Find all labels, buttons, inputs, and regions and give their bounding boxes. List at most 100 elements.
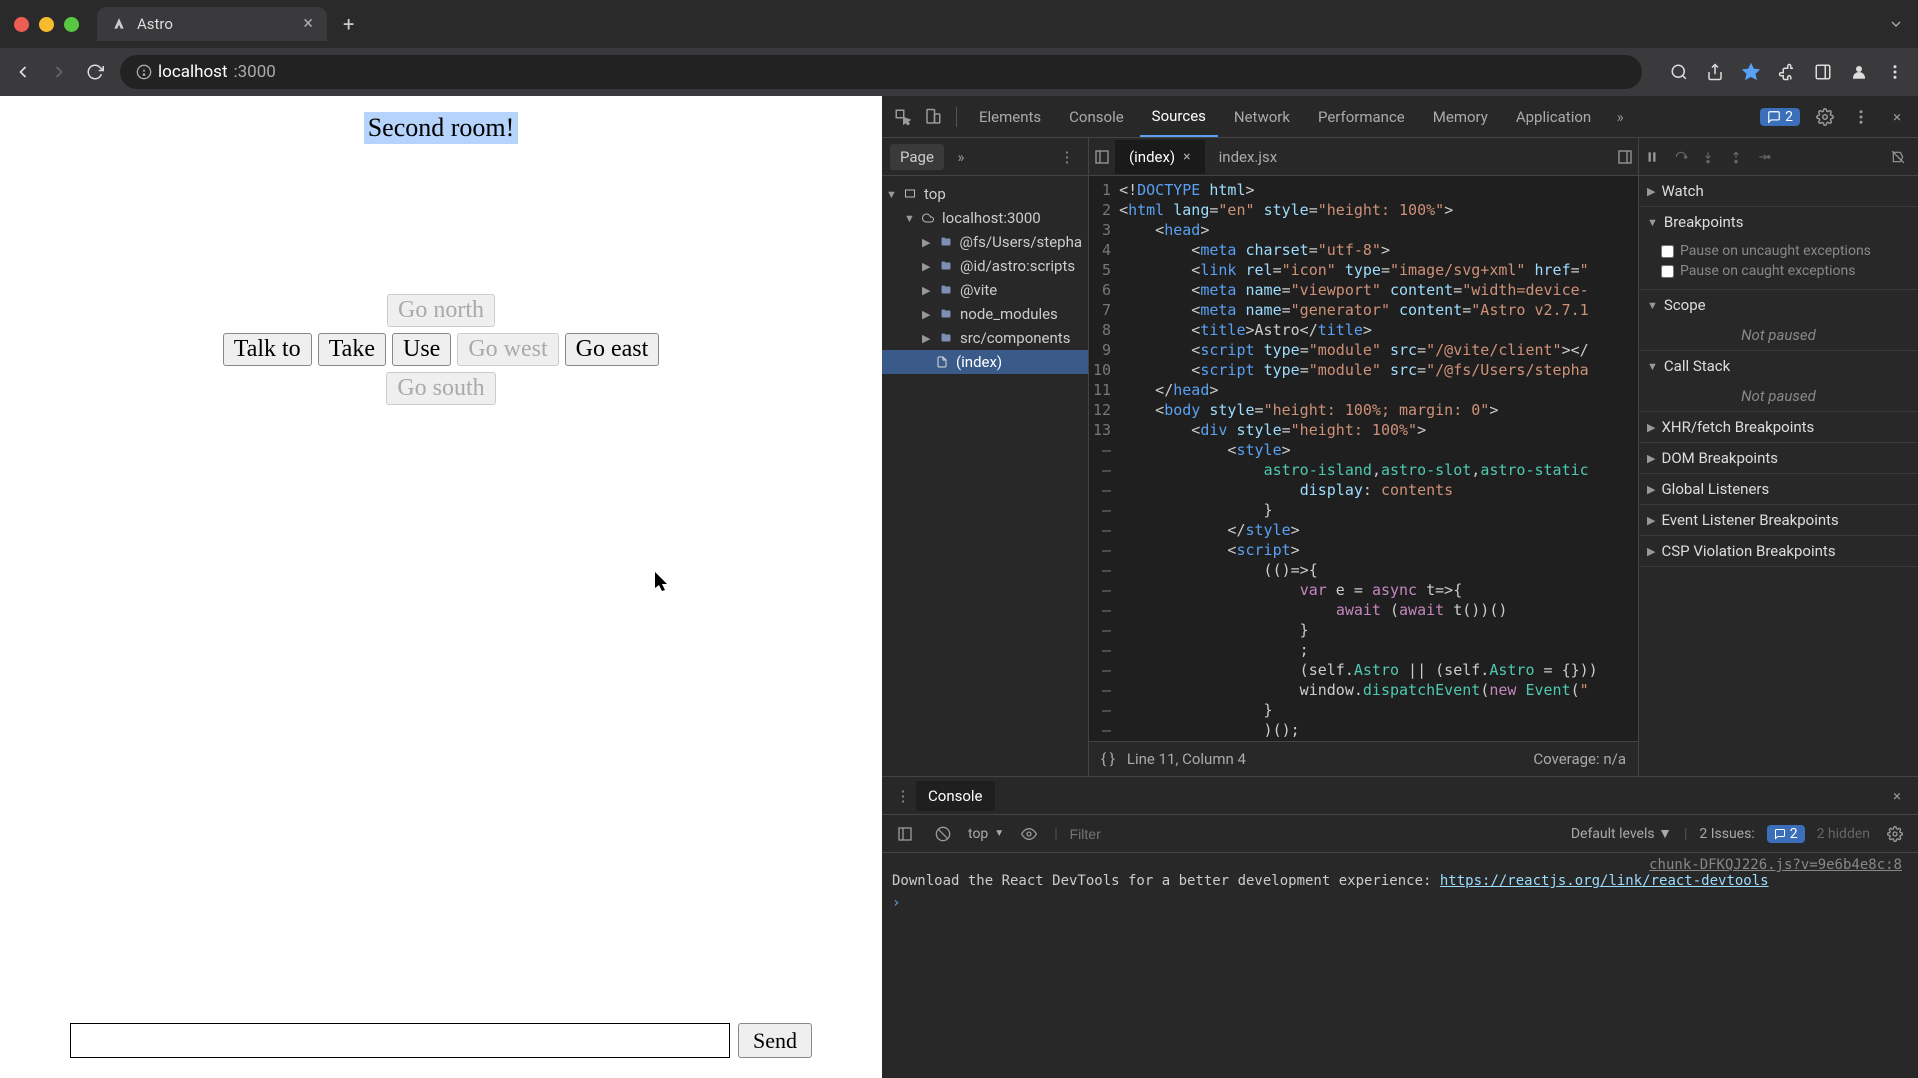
navigator-more-icon[interactable]: » <box>948 144 974 170</box>
code-editor[interactable]: 12345678910111213–––––––––––––––––– <!DO… <box>1089 176 1638 741</box>
new-tab-button[interactable]: + <box>343 12 354 36</box>
tree-folder[interactable]: ▶src/components <box>882 326 1088 350</box>
pretty-print-icon[interactable]: { } <box>1101 750 1115 768</box>
cursor-position: Line 11, Column 4 <box>1127 750 1246 768</box>
zoom-icon[interactable] <box>1668 61 1690 83</box>
console-settings-icon[interactable] <box>1882 821 1908 847</box>
bookmark-icon[interactable] <box>1740 61 1762 83</box>
console-filter-input[interactable] <box>1070 826 1559 842</box>
tab-overflow-icon[interactable] <box>1888 16 1904 32</box>
pause-icon[interactable] <box>1645 150 1667 164</box>
menu-icon[interactable] <box>1884 61 1906 83</box>
panel-global[interactable]: ▶Global Listeners <box>1639 474 1918 504</box>
use-button[interactable]: Use <box>392 333 451 366</box>
tree-folder[interactable]: ▶node_modules <box>882 302 1088 326</box>
deactivate-breakpoints-icon[interactable] <box>1890 150 1912 164</box>
tab-application[interactable]: Application <box>1504 98 1603 136</box>
inspect-icon[interactable] <box>890 104 916 130</box>
tab-sources[interactable]: Sources <box>1140 97 1218 137</box>
panel-dom[interactable]: ▶DOM Breakpoints <box>1639 443 1918 473</box>
go-south-button[interactable]: Go south <box>386 372 495 405</box>
file-tab-index[interactable]: (index)× <box>1115 140 1205 174</box>
console-menu-icon[interactable]: ⋮ <box>890 783 916 809</box>
console-sidebar-icon[interactable] <box>892 821 918 847</box>
cb-pause-caught[interactable]: Pause on caught exceptions <box>1661 261 1910 281</box>
devtools-menu-icon[interactable] <box>1848 104 1874 130</box>
minimize-window-icon[interactable] <box>39 17 54 32</box>
toggle-debugger-icon[interactable] <box>1612 144 1638 170</box>
tab-elements[interactable]: Elements <box>967 98 1053 136</box>
clear-console-icon[interactable] <box>930 821 956 847</box>
device-toggle-icon[interactable] <box>920 104 946 130</box>
go-east-button[interactable]: Go east <box>565 333 660 366</box>
reload-button[interactable] <box>84 61 106 83</box>
send-button[interactable]: Send <box>738 1023 812 1058</box>
file-tab-indexjsx[interactable]: index.jsx <box>1205 140 1292 174</box>
go-north-button[interactable]: Go north <box>387 294 495 327</box>
panel-event[interactable]: ▶Event Listener Breakpoints <box>1639 505 1918 535</box>
tab-performance[interactable]: Performance <box>1306 98 1417 136</box>
talk-to-button[interactable]: Talk to <box>223 333 312 366</box>
context-selector[interactable]: top ▼ <box>968 826 1004 842</box>
issues-badge[interactable]: 2 <box>1760 108 1800 126</box>
tree-host[interactable]: ▼localhost:3000 <box>882 206 1088 230</box>
step-over-icon[interactable] <box>1673 150 1695 164</box>
game-controls: Go north Talk to Take Use Go west Go eas… <box>223 294 660 405</box>
tree-file-index[interactable]: (index) <box>882 350 1088 374</box>
console-close-icon[interactable]: × <box>1884 783 1910 809</box>
devtools-link[interactable]: https://reactjs.org/link/react-devtools <box>1440 873 1769 889</box>
step-out-icon[interactable] <box>1729 150 1751 164</box>
panel-breakpoints[interactable]: ▼Breakpoints <box>1639 207 1918 237</box>
panel-watch[interactable]: ▶Watch <box>1639 176 1918 206</box>
share-icon[interactable] <box>1704 61 1726 83</box>
step-into-icon[interactable] <box>1701 150 1723 164</box>
panel-csp[interactable]: ▶CSP Violation Breakpoints <box>1639 536 1918 566</box>
settings-icon[interactable] <box>1812 104 1838 130</box>
url-host: localhost <box>158 62 228 82</box>
navigator-menu-icon[interactable]: ⋮ <box>1054 144 1080 170</box>
back-button[interactable] <box>12 61 34 83</box>
panel-scope[interactable]: ▼Scope <box>1639 290 1918 320</box>
room-title: Second room! <box>364 112 519 144</box>
close-file-icon[interactable]: × <box>1183 149 1190 165</box>
tab-console[interactable]: Console <box>1057 98 1136 136</box>
console-output[interactable]: chunk-DFKQJ226.js?v=9e6b4e8c:8 Download … <box>882 853 1918 1078</box>
site-info-icon[interactable] <box>136 64 152 80</box>
close-window-icon[interactable] <box>14 17 29 32</box>
hidden-count: 2 hidden <box>1817 826 1870 842</box>
panel-callstack[interactable]: ▼Call Stack <box>1639 351 1918 381</box>
panel-xhr[interactable]: ▶XHR/fetch Breakpoints <box>1639 412 1918 442</box>
forward-button[interactable] <box>48 61 70 83</box>
step-icon[interactable] <box>1757 150 1779 164</box>
address-bar[interactable]: localhost :3000 <box>120 55 1642 89</box>
tab-network[interactable]: Network <box>1222 98 1302 136</box>
tree-folder[interactable]: ▶@fs/Users/stepha <box>882 230 1088 254</box>
tab-memory[interactable]: Memory <box>1421 98 1500 136</box>
file-tree[interactable]: ▼top ▼localhost:3000 ▶@fs/Users/stepha ▶… <box>882 176 1088 380</box>
toggle-navigator-icon[interactable] <box>1089 144 1115 170</box>
console-issues-badge[interactable]: 2 <box>1767 825 1805 843</box>
maximize-window-icon[interactable] <box>64 17 79 32</box>
tree-folder[interactable]: ▶@id/astro:scripts <box>882 254 1088 278</box>
console-tab[interactable]: Console <box>916 781 995 811</box>
console-prompt[interactable]: › <box>892 889 1908 911</box>
devtools-close-icon[interactable]: × <box>1884 104 1910 130</box>
tree-top[interactable]: ▼top <box>882 182 1088 206</box>
browser-tab[interactable]: Astro × <box>97 7 327 41</box>
side-panel-icon[interactable] <box>1812 61 1834 83</box>
tree-folder[interactable]: ▶@vite <box>882 278 1088 302</box>
url-port: :3000 <box>234 62 276 82</box>
extensions-icon[interactable] <box>1776 61 1798 83</box>
message-source[interactable]: chunk-DFKQJ226.js?v=9e6b4e8c:8 <box>892 857 1908 873</box>
take-button[interactable]: Take <box>318 333 386 366</box>
more-tabs-icon[interactable]: » <box>1607 104 1633 130</box>
live-expression-icon[interactable] <box>1016 821 1042 847</box>
tab-close-icon[interactable]: × <box>303 15 313 33</box>
log-levels[interactable]: Default levels ▼ <box>1571 825 1672 842</box>
profile-icon[interactable] <box>1848 61 1870 83</box>
cb-pause-uncaught[interactable]: Pause on uncaught exceptions <box>1661 241 1910 261</box>
navigator-tab-page[interactable]: Page <box>890 144 944 170</box>
go-west-button[interactable]: Go west <box>457 333 558 366</box>
command-input[interactable] <box>70 1023 730 1058</box>
sources-navigator: Page » ⋮ ▼top ▼localhost:3000 ▶@fs/Users… <box>882 138 1089 776</box>
